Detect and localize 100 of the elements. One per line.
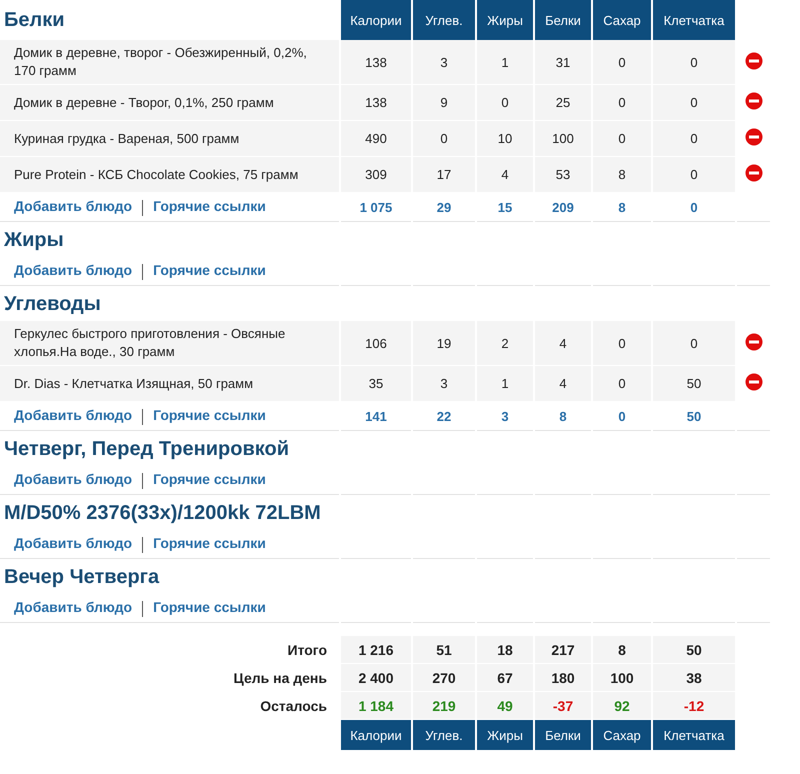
total-cell: 0 bbox=[652, 192, 736, 222]
table-cell: 38 bbox=[652, 664, 736, 692]
table-cell: 4 bbox=[534, 321, 592, 366]
column-header: Сахар bbox=[592, 720, 652, 750]
table-cell: 1 bbox=[476, 40, 534, 84]
add-dish-link[interactable]: Добавить блюдо bbox=[14, 535, 132, 552]
table-cell: 100 bbox=[592, 664, 652, 692]
hot-links-link[interactable]: Горячие ссылки bbox=[153, 262, 266, 278]
food-name: Pure Protein - КСБ Chocolate Cookies, 75 грамм bbox=[0, 156, 340, 192]
hot-links-link[interactable]: Горячие ссылки bbox=[153, 535, 266, 552]
total-cell: 3 bbox=[476, 402, 534, 430]
remaining-cell: 49 bbox=[476, 692, 534, 720]
total-cell: 8 bbox=[592, 192, 652, 222]
remove-button[interactable] bbox=[744, 332, 762, 350]
table-cell: 0 bbox=[592, 366, 652, 402]
total-cell: 50 bbox=[652, 402, 736, 430]
add-dish-link[interactable]: Добавить блюдо bbox=[14, 198, 132, 214]
table-cell: 31 bbox=[534, 40, 592, 84]
column-header: Калории bbox=[340, 720, 412, 750]
remaining-cell: 1 184 bbox=[340, 692, 412, 720]
add-dish-link[interactable]: Добавить блюдо bbox=[14, 262, 132, 278]
minus-circle-icon bbox=[744, 128, 762, 146]
add-dish-link[interactable]: Добавить блюдо bbox=[14, 407, 132, 424]
total-cell: 209 bbox=[534, 192, 592, 222]
table-cell: 0 bbox=[652, 40, 736, 84]
minus-circle-icon bbox=[744, 164, 762, 182]
summary-label: Цель на день bbox=[232, 668, 328, 688]
food-name: Куриная грудка - Вареная, 500 грамм bbox=[0, 120, 340, 156]
table-cell: 51 bbox=[412, 636, 476, 664]
remaining-cell: -12 bbox=[652, 692, 736, 720]
table-cell: 50 bbox=[652, 366, 736, 402]
meal-title: Жиры bbox=[3, 228, 65, 252]
table-cell: 106 bbox=[340, 321, 412, 366]
table-cell: 8 bbox=[592, 156, 652, 192]
remove-button[interactable] bbox=[744, 52, 762, 70]
table-cell: 0 bbox=[592, 40, 652, 84]
table-cell: 0 bbox=[592, 321, 652, 366]
column-header: Углев. bbox=[412, 720, 476, 750]
table-cell: 50 bbox=[652, 636, 736, 664]
total-cell: 8 bbox=[534, 402, 592, 430]
minus-circle-icon bbox=[744, 332, 762, 350]
summary-label: Итого bbox=[286, 640, 328, 660]
column-header: Белки bbox=[534, 0, 592, 40]
add-dish-link[interactable]: Добавить блюдо bbox=[14, 471, 132, 488]
meal-title: Углеводы bbox=[0, 287, 340, 321]
table-cell: 217 bbox=[534, 636, 592, 664]
table-cell: 19 bbox=[412, 321, 476, 366]
food-name: Dr. Dias - Клетчатка Изящная, 50 грамм bbox=[0, 366, 340, 402]
minus-circle-icon bbox=[744, 373, 762, 391]
table-cell: 2 bbox=[476, 321, 534, 366]
column-header: Жиры bbox=[476, 0, 534, 40]
total-cell: 29 bbox=[412, 192, 476, 222]
minus-circle-icon bbox=[744, 52, 762, 70]
table-cell: 180 bbox=[534, 664, 592, 692]
hot-links-link[interactable]: Горячие ссылки bbox=[153, 407, 266, 424]
table-cell: 35 bbox=[340, 366, 412, 402]
remove-button[interactable] bbox=[744, 164, 762, 182]
table-cell: 0 bbox=[592, 120, 652, 156]
table-cell: 0 bbox=[476, 84, 534, 120]
column-header: Углев. bbox=[412, 0, 476, 40]
total-cell: 22 bbox=[412, 402, 476, 430]
remove-button[interactable] bbox=[744, 128, 762, 146]
table-cell: 4 bbox=[534, 366, 592, 402]
meal-title: Белки bbox=[0, 0, 340, 40]
table-cell: 0 bbox=[652, 321, 736, 366]
remove-button[interactable] bbox=[744, 92, 762, 110]
food-name: Геркулес быстрого приготовления - Овсяные хлопья.На воде., 30 грамм bbox=[0, 321, 340, 366]
total-cell: 15 bbox=[476, 192, 534, 222]
table-cell: 10 bbox=[476, 120, 534, 156]
table-cell: 8 bbox=[592, 636, 652, 664]
remove-button[interactable] bbox=[744, 373, 762, 391]
total-cell: 141 bbox=[340, 402, 412, 430]
hot-links-link[interactable]: Горячие ссылки bbox=[153, 471, 266, 488]
table-cell: 67 bbox=[476, 664, 534, 692]
total-cell: 1 075 bbox=[340, 192, 412, 222]
food-name: Домик в деревне, творог - Обезжиренный, 0,2%, 170 грамм bbox=[0, 40, 340, 84]
remaining-cell: 219 bbox=[412, 692, 476, 720]
hot-links-link[interactable]: Горячие ссылки bbox=[153, 599, 266, 616]
column-header: Сахар bbox=[592, 0, 652, 40]
table-cell: 0 bbox=[652, 120, 736, 156]
column-header: Клетчатка bbox=[652, 720, 736, 750]
table-cell: 0 bbox=[412, 120, 476, 156]
table-cell: 53 bbox=[534, 156, 592, 192]
table-cell: 2 400 bbox=[340, 664, 412, 692]
minus-circle-icon bbox=[744, 92, 762, 110]
column-header: Клетчатка bbox=[652, 0, 736, 40]
table-cell: 17 bbox=[412, 156, 476, 192]
column-header: Белки bbox=[534, 720, 592, 750]
meal-title: M/D50% 2376(33x)/1200kk 72LBM bbox=[3, 500, 322, 526]
remaining-cell: -37 bbox=[534, 692, 592, 720]
table-cell: 138 bbox=[340, 40, 412, 84]
meal-title: Четверг, Перед Тренировкой bbox=[3, 436, 290, 462]
table-cell: 309 bbox=[340, 156, 412, 192]
column-header: Калории bbox=[340, 0, 412, 40]
table-cell: 1 bbox=[476, 366, 534, 402]
table-cell: 9 bbox=[412, 84, 476, 120]
table-cell: 1 216 bbox=[340, 636, 412, 664]
add-dish-link[interactable]: Добавить блюдо bbox=[14, 599, 132, 616]
hot-links-link[interactable]: Горячие ссылки bbox=[153, 198, 266, 214]
table-cell: 25 bbox=[534, 84, 592, 120]
